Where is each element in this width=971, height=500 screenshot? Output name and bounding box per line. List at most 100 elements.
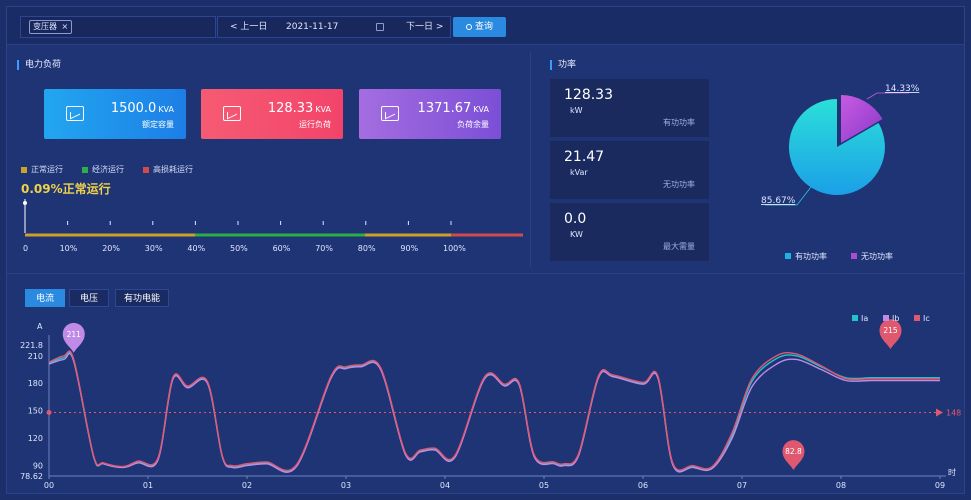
max-demand-box: 0.0 KW 最大需量 xyxy=(550,203,709,261)
prev-day-button[interactable]: < 上一日 xyxy=(230,17,267,37)
x-axis-unit: 时 xyxy=(948,467,956,477)
power-panel-title: 功率 xyxy=(550,60,576,70)
series-line-ia xyxy=(48,351,940,472)
scale-tick-label: 70% xyxy=(315,244,333,253)
y-tick-label: 120 xyxy=(28,434,43,443)
card-label: 运行负荷 xyxy=(299,120,331,129)
max-demand-unit: KW xyxy=(570,230,583,239)
legend-swatch-ib xyxy=(883,315,889,321)
legend-swatch-ic xyxy=(914,315,920,321)
x-tick-label: 07 xyxy=(737,481,747,490)
top-bar: 变压器 × < 上一日 2021-11-17 下一日 > 查询 xyxy=(7,7,964,45)
power-pie-chart: 14.33% 85.67% 有功功率 无功功率 xyxy=(761,84,920,261)
device-select[interactable]: 变压器 × xyxy=(20,16,216,38)
scale-tick-label: 40% xyxy=(187,244,205,253)
card-label: 额定容量 xyxy=(142,120,174,129)
chart-icon xyxy=(66,106,84,121)
chart-icon xyxy=(223,106,241,121)
legend-label-ib[interactable]: Ib xyxy=(892,314,899,323)
tab-current[interactable]: 电流 xyxy=(25,289,65,307)
scale-tick-label: 0 xyxy=(23,244,28,253)
legend-label-ia[interactable]: Ia xyxy=(861,314,868,323)
max-marker-right: 215 xyxy=(879,319,902,350)
running-load-card: 128.33 KVA 运行负荷 xyxy=(201,89,343,139)
x-tick-label: 01 xyxy=(143,481,153,490)
reactive-power-name: 无功功率 xyxy=(663,180,695,189)
query-label: 查询 xyxy=(474,22,493,32)
average-line-start xyxy=(46,410,52,416)
card-value: 128.33 KVA xyxy=(267,101,331,116)
scale-tick-label: 80% xyxy=(358,244,376,253)
card-value: 1500.0 KVA xyxy=(110,101,174,116)
x-tick-label: 00 xyxy=(44,481,54,490)
load-pointer xyxy=(23,201,27,205)
x-tick-label: 03 xyxy=(341,481,351,490)
active-power-unit: kW xyxy=(570,106,583,115)
scale-tick-label: 10% xyxy=(60,244,78,253)
active-power-name: 有功功率 xyxy=(663,118,695,127)
x-tick-label: 06 xyxy=(638,481,648,490)
scale-tick-label: 50% xyxy=(230,244,248,253)
device-tag-label: 变压器 xyxy=(33,22,57,31)
reactive-power-box: 21.47 kVar 无功功率 xyxy=(550,141,709,199)
svg-text:82.8: 82.8 xyxy=(785,447,802,456)
pie-label-active: 85.67% xyxy=(761,196,796,206)
series-line-ic xyxy=(48,350,940,472)
current-line-chart: A 时 221.8 210 180 150 120 9078.6200 01 02 03 04 05 06… xyxy=(20,314,961,490)
next-day-button[interactable]: 下一日 > xyxy=(406,17,443,37)
device-tag[interactable]: 变压器 × xyxy=(29,20,73,34)
scale-tick-label: 60% xyxy=(273,244,291,253)
scale-tick-label: 100% xyxy=(443,244,466,253)
max-marker-left: 211 xyxy=(62,322,85,353)
y-axis-unit: A xyxy=(37,322,43,331)
tag-close-icon[interactable]: × xyxy=(62,22,69,31)
pie-label-reactive: 14.33% xyxy=(885,84,920,94)
query-button[interactable]: 查询 xyxy=(453,17,506,37)
calendar-icon[interactable] xyxy=(376,23,384,31)
dashboard-frame: 变压器 × < 上一日 2021-11-17 下一日 > 查询 电力负荷 150… xyxy=(6,6,965,494)
horizontal-divider xyxy=(7,273,964,274)
chart-icon xyxy=(381,106,399,121)
y-tick-label: 150 xyxy=(28,407,43,416)
average-label: 148 xyxy=(946,409,961,418)
scale-tick-label: 30% xyxy=(145,244,163,253)
x-tick-label: 05 xyxy=(539,481,549,490)
rated-capacity-card: 1500.0 KVA 额定容量 xyxy=(44,89,186,139)
pie-legend-active: 有功功率 xyxy=(795,251,827,261)
vertical-divider xyxy=(530,52,531,267)
legend-label-ic[interactable]: Ic xyxy=(923,314,930,323)
tab-voltage[interactable]: 电压 xyxy=(69,289,109,307)
date-picker: < 上一日 2021-11-17 下一日 > xyxy=(217,16,451,38)
card-value: 1371.67 KVA xyxy=(417,101,489,116)
card-label: 负荷余量 xyxy=(457,120,489,129)
tab-active-energy[interactable]: 有功电能 xyxy=(115,289,169,307)
reactive-power-value: 21.47 xyxy=(564,149,605,165)
active-power-box: 128.33 kW 有功功率 xyxy=(550,79,709,137)
y-tick-label: 90 xyxy=(33,462,43,471)
y-tick-label: 180 xyxy=(28,379,43,388)
active-power-value: 128.33 xyxy=(564,87,613,103)
x-tick-label: 09 xyxy=(935,481,945,490)
date-value[interactable]: 2021-11-17 xyxy=(286,17,338,37)
scale-tick-label: 90% xyxy=(400,244,418,253)
reactive-power-unit: kVar xyxy=(570,168,588,177)
load-panel-title: 电力负荷 xyxy=(17,60,61,70)
load-margin-card: 1371.67 KVA 负荷余量 xyxy=(359,89,501,139)
pie-legend-reactive: 无功功率 xyxy=(861,251,893,261)
legend-high-loss: 高损耗运行 xyxy=(143,164,193,175)
search-icon xyxy=(465,24,472,30)
average-line-arrow xyxy=(936,408,943,417)
min-marker: 82.8 xyxy=(782,440,805,471)
load-scale: 0 10% 20% 30% 40% 50% 60% 70% 80% 90% 100% xyxy=(23,199,523,253)
max-demand-name: 最大需量 xyxy=(663,242,695,251)
legend-swatch-ia xyxy=(852,315,858,321)
y-tick-label: 78.62 xyxy=(20,472,43,481)
y-tick-label: 221.8 xyxy=(20,341,43,350)
x-tick-label: 08 xyxy=(836,481,846,490)
svg-text:211: 211 xyxy=(67,330,82,339)
y-tick-label: 210 xyxy=(28,352,43,361)
x-tick-label: 02 xyxy=(242,481,252,490)
svg-text:215: 215 xyxy=(883,326,898,335)
max-demand-value: 0.0 xyxy=(564,211,587,227)
scale-tick-label: 20% xyxy=(102,244,120,253)
